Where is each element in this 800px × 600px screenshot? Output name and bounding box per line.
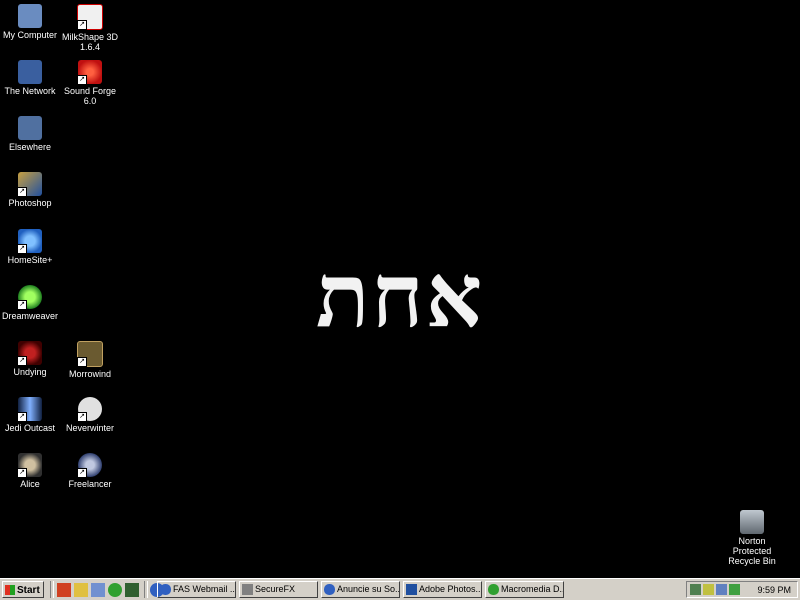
desktop: My Computer ↗ MilkShape 3D 1.6.4 The Net…	[0, 0, 800, 578]
quicklaunch-tool-icon[interactable]	[125, 583, 139, 597]
alice-icon: ↗	[17, 453, 42, 478]
ie-icon	[160, 584, 171, 595]
icon-label: Alice	[20, 479, 40, 489]
task-label: Adobe Photos...	[419, 584, 482, 594]
tray-sound-icon[interactable]	[703, 584, 714, 595]
task-button-fas-webmail[interactable]: FAS Webmail ...	[157, 581, 236, 598]
windows-logo-icon	[5, 585, 15, 595]
elsewhere-icon	[18, 116, 42, 140]
start-label: Start	[17, 585, 40, 596]
quicklaunch-pencil-icon[interactable]	[74, 583, 88, 597]
desktop-icon-dreamweaver[interactable]: ↗ Dreamweaver	[0, 285, 60, 321]
task-label: SecureFX	[255, 584, 296, 594]
icon-label: Photoshop	[8, 198, 52, 208]
desktop-icon-my-computer[interactable]: My Computer	[0, 4, 60, 40]
ie-icon	[324, 584, 335, 595]
taskbar-separator	[144, 581, 148, 598]
desktop-icon-homesite[interactable]: ↗ HomeSite+	[0, 229, 60, 265]
desktop-icon-jedi-outcast[interactable]: ↗ Jedi Outcast	[0, 397, 60, 433]
desktop-icon-freelancer[interactable]: ↗ Freelancer	[60, 453, 120, 489]
icon-label: Dreamweaver	[1, 311, 59, 321]
dreamweaver-icon	[488, 584, 499, 595]
quicklaunch-search-icon[interactable]	[91, 583, 105, 597]
taskbar-separator	[50, 581, 54, 598]
icon-label: Norton Protected Recycle Bin	[728, 536, 776, 566]
securefx-icon	[242, 584, 253, 595]
clock[interactable]: 9:59 PM	[757, 584, 791, 596]
taskbar: Start FAS Webmail ... SecureFX Anuncie s…	[0, 578, 800, 600]
dreamweaver-icon: ↗	[17, 285, 42, 310]
task-label: FAS Webmail ...	[173, 584, 236, 594]
desktop-icon-morrowind[interactable]: ↗ Morrowind	[60, 341, 120, 379]
icon-label: Jedi Outcast	[4, 423, 56, 433]
task-label: Macromedia D...	[501, 584, 564, 594]
recycle-bin-icon	[740, 510, 764, 534]
task-button-anuncie[interactable]: Anuncie su So...	[321, 581, 400, 598]
desktop-icon-neverwinter[interactable]: ↗ Neverwinter	[60, 397, 120, 433]
desktop-icon-milkshape[interactable]: ↗ MilkShape 3D 1.6.4	[60, 4, 120, 52]
desktop-icon-photoshop[interactable]: ↗ Photoshop	[0, 172, 60, 208]
photoshop-icon: ↗	[17, 172, 42, 197]
icon-label: Sound Forge 6.0	[63, 86, 117, 106]
system-tray: 9:59 PM	[686, 581, 798, 598]
icon-label: Undying	[13, 367, 47, 377]
icon-label: The Network	[4, 86, 56, 96]
icon-label: Neverwinter	[65, 423, 114, 433]
tray-network-icon[interactable]	[690, 584, 701, 595]
task-label: Anuncie su So...	[337, 584, 400, 594]
task-button-securefx[interactable]: SecureFX	[239, 581, 318, 598]
tray-monitor-icon[interactable]	[716, 584, 727, 595]
icon-label: Morrowind	[68, 369, 111, 379]
icon-label: MilkShape 3D 1.6.4	[61, 32, 119, 52]
desktop-icon-alice[interactable]: ↗ Alice	[0, 453, 60, 489]
task-button-macromedia[interactable]: Macromedia D...	[485, 581, 564, 598]
desktop-icon-elsewhere[interactable]: Elsewhere	[0, 116, 60, 152]
start-button[interactable]: Start	[2, 581, 44, 598]
photoshop-icon	[406, 584, 417, 595]
task-button-photoshop[interactable]: Adobe Photos...	[403, 581, 482, 598]
desktop-icon-undying[interactable]: ↗ Undying	[0, 341, 60, 377]
sound-forge-icon: ↗	[77, 60, 102, 85]
icon-label: Elsewhere	[8, 142, 52, 152]
undying-icon: ↗	[17, 341, 42, 366]
milkshape-icon: ↗	[77, 4, 103, 30]
desktop-icon-network[interactable]: The Network	[0, 60, 60, 96]
my-computer-icon	[18, 4, 42, 28]
freelancer-icon: ↗	[77, 453, 102, 478]
icon-label: My Computer	[2, 30, 57, 40]
tray-status-icon[interactable]	[729, 584, 740, 595]
icon-label: HomeSite+	[7, 255, 53, 265]
network-icon	[18, 60, 42, 84]
quicklaunch-mail-icon[interactable]	[57, 583, 71, 597]
homesite-icon: ↗	[17, 229, 42, 254]
icon-label: Freelancer	[68, 479, 112, 489]
jedi-outcast-icon: ↗	[17, 397, 42, 422]
morrowind-icon: ↗	[77, 341, 103, 367]
desktop-icon-sound-forge[interactable]: ↗ Sound Forge 6.0	[60, 60, 120, 106]
desktop-icon-recycle-bin[interactable]: Norton Protected Recycle Bin	[722, 510, 782, 566]
quicklaunch-green-icon[interactable]	[108, 583, 122, 597]
neverwinter-icon: ↗	[77, 397, 102, 422]
wallpaper-text: אחת	[315, 243, 485, 347]
